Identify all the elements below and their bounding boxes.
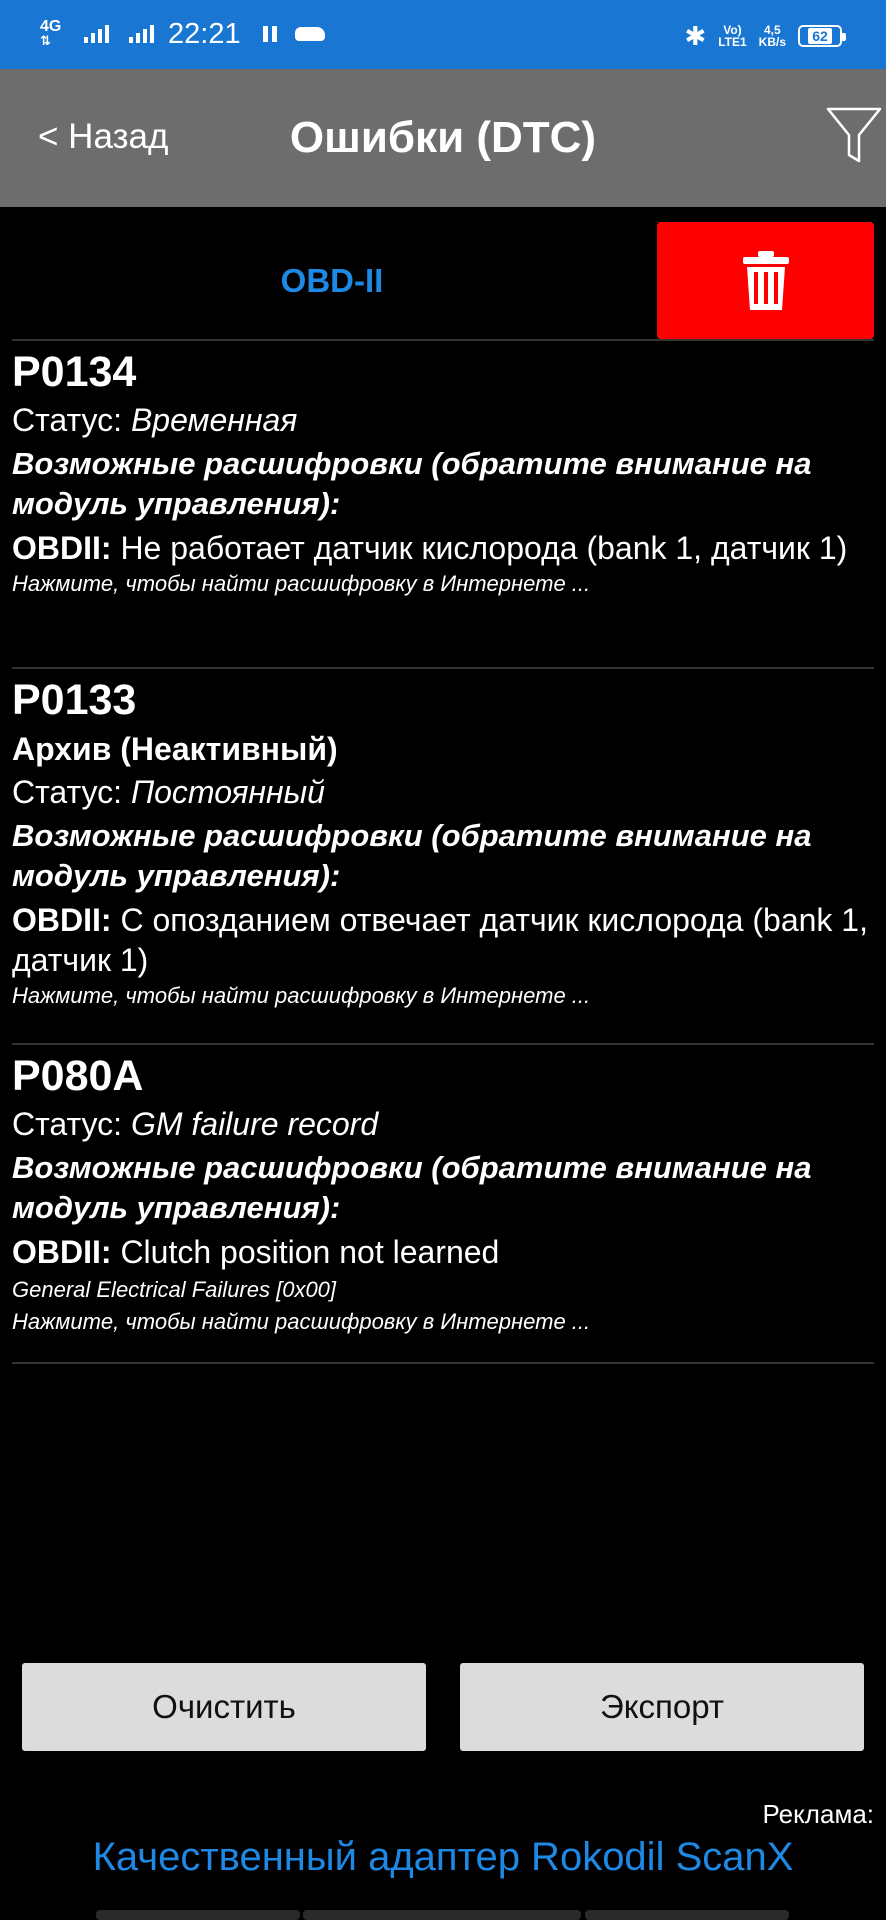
obd-text: Не работает датчик кислорода (bank 1, да… (111, 530, 848, 566)
possible-decodings: Возможные расшифровки (обратите внимание… (12, 446, 812, 521)
dtc-code: P0134 (12, 348, 137, 396)
status-prefix: Статус: (12, 1106, 131, 1142)
trash-icon (742, 250, 789, 310)
possible-decodings: Возможные расшифровки (обратите внимание… (12, 1150, 812, 1225)
status-bar: 4G ⇅ 22:21 ✱ Vo) LTE1 4,5 KB/s 62 (0, 0, 886, 69)
obd-text: С опозданием отвечает датчик кислорода (… (12, 902, 868, 978)
obd-prefix: OBDII: (12, 1234, 112, 1270)
car-icon (294, 27, 325, 41)
divider (12, 1362, 874, 1364)
dtc-entry-p0133[interactable]: P0133 Архив (Неактивный) Статус: Постоян… (12, 674, 874, 1012)
nav-bar-segment (96, 1910, 300, 1920)
divider (12, 339, 874, 341)
status-value: Постоянный (130, 774, 325, 810)
clear-button[interactable]: Очистить (22, 1663, 426, 1751)
network-arrows-icon: ⇅ (40, 33, 52, 48)
header-bar: < Назад Ошибки (DTC) (0, 69, 886, 207)
dtc-status: Статус: GM failure record (12, 1104, 874, 1144)
nav-bar-segment (303, 1910, 581, 1920)
divider (12, 1043, 874, 1045)
obd-prefix: OBDII: (12, 902, 112, 938)
status-value: GM failure record (130, 1106, 379, 1142)
dtc-code: P0133 (12, 676, 137, 724)
clock: 22:21 (168, 17, 241, 50)
obd-text: Clutch position not learned (111, 1234, 500, 1270)
filter-icon[interactable] (826, 105, 882, 167)
page-title: Ошибки (DTC) (289, 113, 597, 162)
divider (12, 667, 874, 669)
failure-category: General Electrical Failures [0x00] (12, 1277, 337, 1302)
ad-label: Реклама: (762, 1799, 874, 1829)
search-online-link[interactable]: Нажмите, чтобы найти расшифровку в Интер… (12, 1306, 874, 1338)
dtc-code: P080A (12, 1052, 144, 1100)
status-prefix: Статус: (12, 402, 131, 438)
network-type: 4G ⇅ (40, 19, 74, 48)
export-button[interactable]: Экспорт (460, 1663, 864, 1751)
dtc-status: Статус: Постоянный (12, 772, 874, 812)
ad-link[interactable]: Качественный адаптер Rokodil ScanX (0, 1835, 886, 1880)
dtc-entry-p080a[interactable]: P080A Статус: GM failure record Возможны… (12, 1050, 874, 1338)
obd-description: OBDII: Clutch position not learned (12, 1232, 874, 1272)
delete-button[interactable] (657, 222, 874, 339)
dtc-entry-p0134[interactable]: P0134 Статус: Временная Возможные расшиф… (12, 346, 874, 600)
nav-bar-segment (585, 1910, 789, 1920)
signal-icon (84, 25, 109, 43)
pause-icon (262, 26, 277, 42)
search-online-link[interactable]: Нажмите, чтобы найти расшифровку в Интер… (12, 568, 874, 600)
bluetooth-icon: ✱ (684, 21, 707, 51)
speed-unit: KB/s (758, 35, 786, 49)
volte-indicator: Vo) LTE1 (718, 24, 746, 48)
data-speed: 4,5 KB/s (759, 24, 786, 48)
possible-decodings: Возможные расшифровки (обратите внимание… (12, 818, 812, 893)
status-left: 4G ⇅ 22:21 (40, 14, 325, 54)
status-value: Временная (130, 402, 298, 438)
battery-icon: 62 (798, 25, 846, 47)
lte-label: LTE1 (718, 35, 747, 49)
obd-prefix: OBDII: (12, 530, 112, 566)
status-right: ✱ Vo) LTE1 4,5 KB/s 62 (684, 16, 846, 56)
obd-description: OBDII: С опозданием отвечает датчик кисл… (12, 900, 874, 980)
battery-level: 62 (808, 28, 832, 44)
tab-obd-ii[interactable]: OBD-II (12, 222, 652, 340)
dtc-status: Статус: Временная (12, 400, 874, 440)
status-prefix: Статус: (12, 774, 131, 810)
search-online-link[interactable]: Нажмите, чтобы найти расшифровку в Интер… (12, 980, 874, 1012)
obd-description: OBDII: Не работает датчик кислорода (ban… (12, 528, 874, 568)
archive-label: Архив (Неактивный) (12, 731, 338, 767)
signal-2-icon (129, 25, 154, 43)
